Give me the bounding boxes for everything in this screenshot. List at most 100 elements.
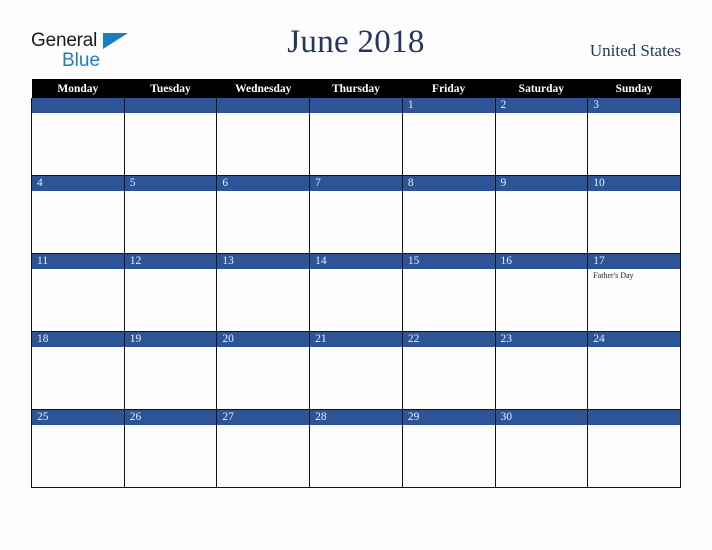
day-number: 7: [310, 176, 402, 191]
calendar-week-row: 25 26 27 28 29 30: [31, 409, 681, 488]
day-number: 19: [124, 332, 217, 347]
day-events: [32, 191, 124, 193]
day-events: [125, 191, 217, 193]
weekday-header-saturday: Saturday: [495, 79, 588, 98]
calendar-week-row: 11 12 13 14 15 16 17 Father's Day: [31, 253, 681, 332]
day-number: 6: [217, 176, 310, 191]
calendar-day-cell[interactable]: 15: [401, 253, 496, 332]
calendar-day-cell[interactable]: 3: [587, 98, 681, 176]
calendar-day-cell[interactable]: 13: [216, 253, 311, 332]
calendar-day-cell[interactable]: 11: [31, 253, 125, 332]
weekday-header-wednesday: Wednesday: [216, 79, 310, 98]
day-number: 20: [217, 332, 310, 347]
weekday-header-sunday: Sunday: [587, 79, 681, 98]
calendar-day-cell[interactable]: 18: [31, 331, 125, 410]
calendar-day-cell[interactable]: 4: [31, 175, 125, 254]
day-number: 3: [588, 98, 680, 113]
event-label: Father's Day: [593, 271, 634, 280]
day-number: [32, 98, 124, 113]
page-header: General Blue June 2018 United States: [0, 0, 712, 78]
calendar-day-cell[interactable]: 1: [401, 98, 496, 176]
day-number: [310, 98, 402, 113]
weekday-header-thursday: Thursday: [309, 79, 403, 98]
day-number: 22: [402, 332, 495, 347]
day-number: 25: [32, 410, 124, 425]
calendar-day-cell[interactable]: 20: [216, 331, 311, 410]
day-number: 18: [32, 332, 124, 347]
day-events: [125, 425, 217, 427]
day-events: [217, 113, 309, 115]
day-number: 4: [32, 176, 124, 191]
calendar-day-cell[interactable]: 8: [401, 175, 496, 254]
day-number: [124, 98, 217, 113]
calendar-day-cell[interactable]: 12: [123, 253, 218, 332]
day-events: [217, 191, 309, 193]
day-events: [310, 347, 402, 349]
calendar-day-cell[interactable]: [309, 98, 403, 176]
country-label: United States: [589, 41, 681, 60]
calendar-day-cell[interactable]: 9: [494, 175, 589, 254]
calendar-day-cell[interactable]: [31, 98, 125, 176]
calendar-day-cell[interactable]: 2: [494, 98, 589, 176]
weekday-header-monday: Monday: [31, 79, 125, 98]
day-number: 2: [495, 98, 588, 113]
day-number: 14: [310, 254, 402, 269]
day-number: 24: [588, 332, 680, 347]
day-events: [310, 191, 402, 193]
calendar-body: 1 2 3 4 5 6 7 8 9 10 11 12 13 14 15 16 17 Father's Day 18 1…: [31, 98, 681, 488]
day-events: [217, 425, 309, 427]
day-events: [32, 113, 124, 115]
day-events: [496, 191, 588, 193]
calendar-day-cell[interactable]: 10: [587, 175, 681, 254]
calendar-day-cell[interactable]: 27: [216, 409, 311, 488]
day-events: [403, 425, 495, 427]
calendar-day-cell[interactable]: [216, 98, 311, 176]
day-events: Father's Day: [588, 269, 680, 281]
day-number: 5: [124, 176, 217, 191]
day-events: [310, 269, 402, 271]
day-events: [496, 269, 588, 271]
day-events: [217, 269, 309, 271]
calendar-day-cell[interactable]: 17 Father's Day: [587, 253, 681, 332]
calendar-day-cell[interactable]: [123, 98, 218, 176]
calendar-day-cell[interactable]: [587, 409, 681, 488]
calendar-day-cell[interactable]: 5: [123, 175, 218, 254]
calendar-day-cell[interactable]: 26: [123, 409, 218, 488]
calendar-day-cell[interactable]: 14: [309, 253, 403, 332]
day-number: 28: [310, 410, 402, 425]
day-events: [403, 113, 495, 115]
weekday-header-tuesday: Tuesday: [124, 79, 217, 98]
calendar-day-cell[interactable]: 29: [401, 409, 496, 488]
calendar-day-cell[interactable]: 25: [31, 409, 125, 488]
day-number: 13: [217, 254, 310, 269]
calendar-grid: Monday Tuesday Wednesday Thursday Friday…: [31, 79, 681, 488]
calendar-day-cell[interactable]: 30: [494, 409, 589, 488]
calendar-day-cell[interactable]: 7: [309, 175, 403, 254]
day-events: [403, 269, 495, 271]
calendar-day-cell[interactable]: 24: [587, 331, 681, 410]
day-number: 11: [32, 254, 124, 269]
day-events: [32, 425, 124, 427]
day-events: [125, 347, 217, 349]
calendar-day-cell[interactable]: 16: [494, 253, 589, 332]
day-number: 16: [495, 254, 588, 269]
day-number: 9: [495, 176, 588, 191]
day-events: [588, 347, 680, 349]
calendar-day-cell[interactable]: 19: [123, 331, 218, 410]
weekday-header-friday: Friday: [402, 79, 496, 98]
calendar-week-row: 18 19 20 21 22 23 24: [31, 331, 681, 410]
day-events: [588, 113, 680, 115]
calendar-header-row: Monday Tuesday Wednesday Thursday Friday…: [31, 79, 681, 98]
day-number: 30: [495, 410, 588, 425]
day-number: 26: [124, 410, 217, 425]
day-number: [588, 410, 680, 425]
calendar-day-cell[interactable]: 22: [401, 331, 496, 410]
day-number: 10: [588, 176, 680, 191]
day-events: [496, 347, 588, 349]
day-events: [217, 347, 309, 349]
calendar-day-cell[interactable]: 23: [494, 331, 589, 410]
calendar-day-cell[interactable]: 6: [216, 175, 311, 254]
calendar-day-cell[interactable]: 28: [309, 409, 403, 488]
day-events: [403, 191, 495, 193]
calendar-day-cell[interactable]: 21: [309, 331, 403, 410]
